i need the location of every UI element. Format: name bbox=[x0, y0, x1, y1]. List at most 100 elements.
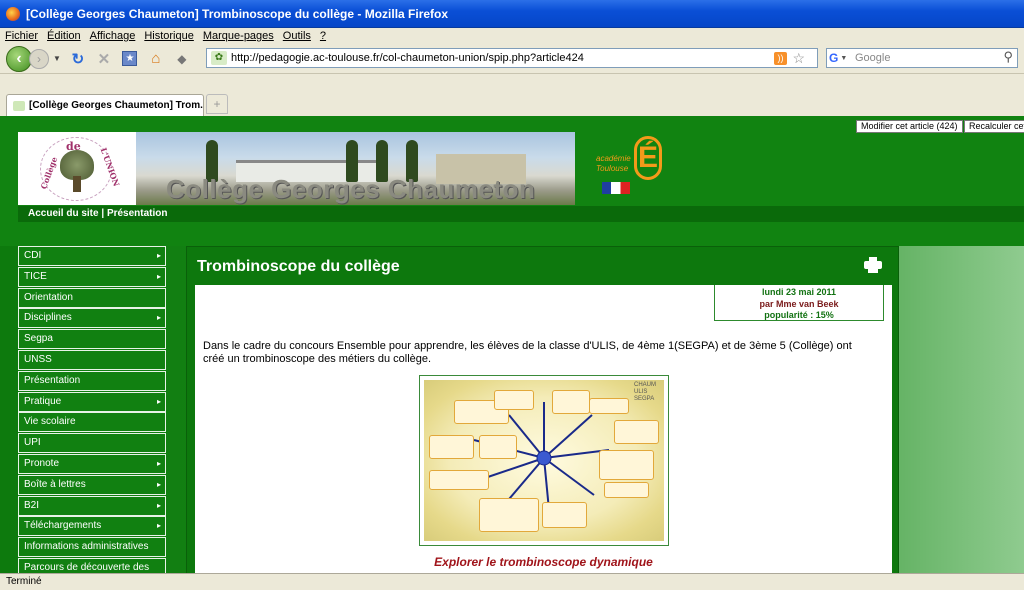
sidebar-item-label: UNSS bbox=[24, 353, 52, 365]
mindmap-image: CHAUM ULIS SEGPA bbox=[424, 380, 664, 541]
french-flag-icon bbox=[602, 182, 630, 194]
site-banner[interactable]: de Collège L'UNION Collège Georges Chaum… bbox=[18, 132, 575, 205]
sidebar-item-tice[interactable]: TICE ▸ bbox=[18, 266, 166, 287]
menu-edition[interactable]: Édition bbox=[42, 30, 85, 42]
search-placeholder[interactable]: Google bbox=[855, 52, 890, 64]
menu-affichage[interactable]: Affichage bbox=[85, 30, 140, 42]
tab-strip: [Collège Georges Chaumeton] Trom... + bbox=[0, 74, 1024, 116]
academie-line2: Toulouse bbox=[596, 164, 629, 173]
mindmap-node bbox=[604, 482, 649, 498]
sidebar-item-segpa[interactable]: Segpa bbox=[18, 329, 166, 350]
mindmap-node bbox=[589, 398, 629, 414]
menu-bar: Fichier Édition Affichage Historique Mar… bbox=[0, 28, 1024, 44]
sidebar-item-label: B2I bbox=[24, 499, 40, 511]
submenu-arrow-icon: ▸ bbox=[156, 271, 161, 281]
bookmark-toolbar-icon[interactable]: ★ bbox=[121, 50, 139, 68]
url-text[interactable]: http://pedagogie.ac-toulouse.fr/col-chau… bbox=[231, 52, 584, 64]
print-icon[interactable] bbox=[864, 256, 882, 273]
banner-school-name: Collège Georges Chaumeton bbox=[166, 174, 536, 204]
sidebar-item-boite-a-lettres[interactable]: Boîte à lettres ▸ bbox=[18, 474, 166, 495]
history-dropdown-icon[interactable]: ▼ bbox=[53, 54, 61, 63]
new-tab-button[interactable]: + bbox=[206, 94, 228, 114]
menu-marque-pages[interactable]: Marque-pages bbox=[198, 30, 278, 42]
breadcrumb-separator: | bbox=[98, 208, 107, 219]
stop-icon[interactable]: ✕ bbox=[95, 50, 113, 68]
sidebar-item-pratique[interactable]: Pratique ▸ bbox=[18, 391, 166, 412]
mindmap-node bbox=[479, 498, 539, 532]
sidebar-item-cdi[interactable]: CDI ▸ bbox=[18, 246, 166, 266]
college-logo[interactable]: de Collège L'UNION bbox=[18, 132, 136, 205]
menu-historique[interactable]: Historique bbox=[139, 30, 198, 42]
sidebar-item-label: Parcours de découverte des bbox=[24, 561, 150, 573]
reload-icon[interactable]: ↻ bbox=[69, 50, 87, 68]
extension-icon[interactable]: ◆ bbox=[173, 50, 191, 68]
thumb-tag: CHAUM ULIS SEGPA bbox=[634, 382, 656, 402]
sidebar-item-upi[interactable]: UPI bbox=[18, 433, 166, 454]
sidebar-menu: CDI ▸ TICE ▸ Orientation Disciplines ▸ Segp… bbox=[18, 246, 166, 573]
menu-help[interactable]: ? bbox=[315, 30, 330, 42]
sidebar-item-disciplines[interactable]: Disciplines ▸ bbox=[18, 308, 166, 329]
bookmark-star-icon[interactable]: ☆ bbox=[792, 50, 805, 67]
sidebar-item-label: Pratique bbox=[24, 395, 62, 407]
sidebar-item-vie-scolaire[interactable]: Vie scolaire bbox=[18, 412, 166, 433]
sidebar-item-label: CDI bbox=[24, 250, 42, 261]
tab-active[interactable]: [Collège Georges Chaumeton] Trom... bbox=[6, 94, 204, 116]
breadcrumb-home-link[interactable]: Accueil du site bbox=[28, 208, 99, 219]
menu-fichier[interactable]: Fichier bbox=[0, 30, 42, 42]
mindmap-node bbox=[479, 435, 517, 459]
sidebar-item-label: TICE bbox=[24, 270, 47, 282]
google-search-engine-icon[interactable]: G ▼ bbox=[829, 50, 851, 66]
edit-article-button[interactable]: Modifier cet article (424) bbox=[856, 120, 963, 133]
firefox-logo-icon bbox=[6, 6, 20, 21]
sidebar-item-informations-administratives[interactable]: Informations administratives bbox=[18, 537, 166, 558]
mindmap-node bbox=[552, 390, 590, 414]
sidebar-item-telechargements[interactable]: Téléchargements ▸ bbox=[18, 516, 166, 537]
submenu-arrow-icon: ▸ bbox=[156, 396, 161, 406]
submenu-arrow-icon: ▸ bbox=[156, 458, 161, 468]
sidebar-item-unss[interactable]: UNSS bbox=[18, 349, 166, 370]
article-meta-box: lundi 23 mai 2011 par Mme van Beek popul… bbox=[714, 285, 884, 321]
article-author-line: par Mme van Beek bbox=[715, 299, 883, 311]
sidebar-item-label: UPI bbox=[24, 437, 41, 449]
academie-logo[interactable]: académie Toulouse É bbox=[594, 132, 674, 205]
rss-feed-icon[interactable]: )) bbox=[774, 52, 787, 65]
site-identity-icon[interactable]: ✿ bbox=[211, 51, 227, 65]
author-prefix: par bbox=[759, 298, 774, 309]
mindmap-node bbox=[614, 420, 659, 444]
home-icon[interactable]: ⌂ bbox=[147, 50, 165, 68]
sidebar-item-label: Informations administratives bbox=[24, 541, 149, 553]
forward-button[interactable]: › bbox=[29, 48, 49, 69]
article-author-link[interactable]: Mme van Beek bbox=[776, 299, 839, 309]
submenu-arrow-icon: ▸ bbox=[156, 500, 161, 510]
menu-outils[interactable]: Outils bbox=[278, 30, 315, 42]
sidebar-item-label: Présentation bbox=[24, 374, 81, 386]
academie-line1: académie bbox=[596, 154, 631, 163]
status-text: Terminé bbox=[6, 576, 42, 587]
sidebar-item-orientation[interactable]: Orientation bbox=[18, 287, 166, 308]
search-icon[interactable]: ⚲ bbox=[1003, 49, 1013, 65]
search-bar[interactable]: G ▼ Google ⚲ bbox=[826, 48, 1018, 68]
url-bar[interactable]: ✿ http://pedagogie.ac-toulouse.fr/col-ch… bbox=[206, 48, 818, 68]
sidebar-item-label: Téléchargements bbox=[24, 520, 102, 532]
sidebar-item-parcours-de-decouverte[interactable]: Parcours de découverte des bbox=[18, 557, 166, 573]
academie-text: académie Toulouse bbox=[596, 154, 631, 174]
tab-label[interactable]: [Collège Georges Chaumeton] Trom... bbox=[29, 100, 203, 111]
tab-favicon-icon bbox=[13, 100, 25, 111]
mindmap-node bbox=[494, 390, 534, 410]
trombinoscope-thumbnail[interactable]: CHAUM ULIS SEGPA bbox=[419, 375, 669, 546]
breadcrumb-presentation-link[interactable]: Présentation bbox=[107, 208, 168, 219]
submenu-arrow-icon: ▸ bbox=[156, 521, 161, 531]
explore-trombinoscope-link[interactable]: Explorer le trombinoscope dynamique bbox=[195, 555, 892, 569]
article-title: Trombinoscope du collège bbox=[197, 258, 400, 275]
article-body: lundi 23 mai 2011 par Mme van Beek popul… bbox=[195, 285, 892, 573]
sidebar-item-presentation[interactable]: Présentation bbox=[18, 370, 166, 391]
recalculate-button[interactable]: Recalculer cet bbox=[964, 120, 1024, 133]
sidebar-item-pronote[interactable]: Pronote ▸ bbox=[18, 453, 166, 474]
academie-e-icon: É bbox=[634, 136, 662, 180]
school-photo: Collège Georges Chaumeton bbox=[136, 132, 575, 205]
logo-tree-trunk bbox=[73, 176, 81, 192]
sidebar-item-label: Pronote bbox=[24, 457, 60, 469]
status-bar: Terminé bbox=[0, 573, 1024, 590]
mindmap-node bbox=[542, 502, 587, 528]
sidebar-item-b2i[interactable]: B2I ▸ bbox=[18, 495, 166, 516]
